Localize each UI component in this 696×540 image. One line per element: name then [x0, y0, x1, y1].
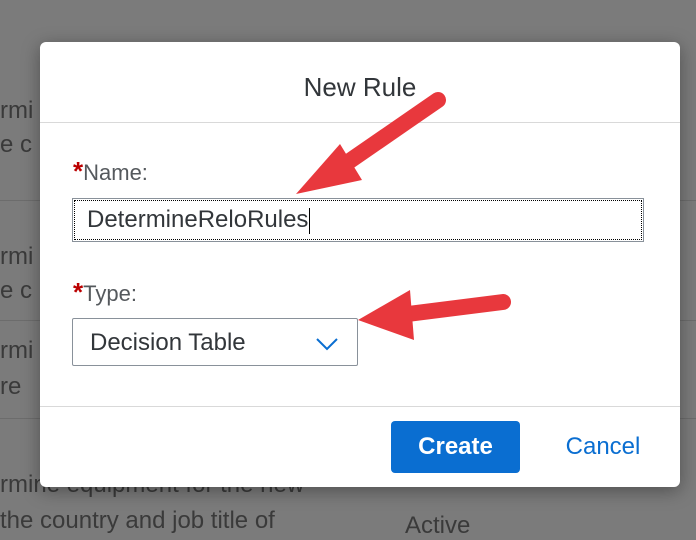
name-input-value: DetermineReloRules: [87, 206, 309, 233]
list-item-line-2: re: [0, 373, 22, 400]
new-rule-dialog: New Rule *Name: DetermineReloRules *Type…: [40, 42, 680, 487]
name-label-text: Name:: [83, 160, 148, 185]
required-marker: *: [73, 277, 84, 307]
type-select[interactable]: Decision Table: [72, 318, 358, 366]
list-item-line-2: e c: [0, 277, 33, 304]
required-marker: *: [73, 156, 84, 186]
name-input[interactable]: DetermineReloRules: [72, 198, 644, 242]
dialog-title: New Rule: [303, 72, 417, 102]
create-button[interactable]: Create: [391, 421, 520, 473]
list-item-line-1: rmi: [0, 243, 34, 270]
dialog-footer: Create Cancel: [40, 406, 680, 488]
list-item-line-2: the country and job title of: [0, 507, 275, 534]
list-item-line-1: rmi: [0, 97, 34, 124]
cancel-button[interactable]: Cancel: [548, 421, 658, 473]
type-label-text: Type:: [83, 281, 137, 306]
list-item-status: Active: [405, 512, 471, 539]
type-label: *Type:: [73, 277, 137, 308]
text-caret: [309, 207, 311, 234]
list-item-line-1: rmi: [0, 337, 34, 364]
type-select-value: Decision Table: [90, 329, 246, 356]
dialog-header: New Rule: [40, 42, 680, 123]
list-item-line-2: e c: [0, 131, 33, 158]
chevron-down-icon[interactable]: [315, 337, 339, 351]
name-label: *Name:: [73, 156, 148, 187]
